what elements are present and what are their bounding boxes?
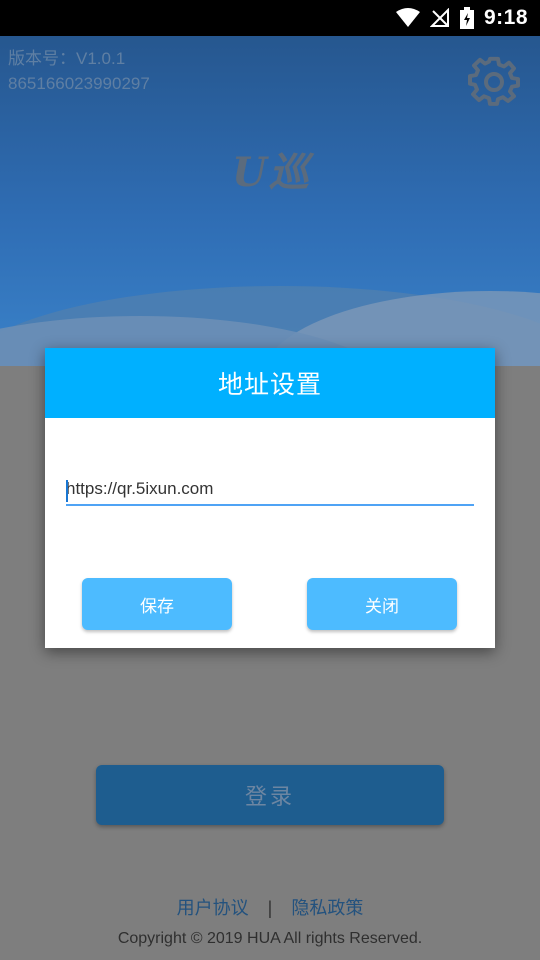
user-agreement-link[interactable]: 用户协议: [177, 894, 249, 920]
copyright-text: Copyright © 2019 HUA All rights Reserved…: [117, 930, 423, 947]
version-info: 版本号：V1.0.1 865166023990297: [8, 46, 150, 96]
device-id: 865166023990297: [8, 74, 150, 93]
no-signal-icon: [429, 8, 449, 27]
app-logo: U巡: [232, 149, 311, 196]
gear-icon[interactable]: [468, 56, 520, 108]
version-label: 版本号：V1.0.1: [8, 49, 126, 68]
close-button[interactable]: 关闭: [307, 578, 457, 630]
address-settings-dialog: 地址设置 保存 关闭: [45, 348, 495, 648]
wifi-icon: [395, 8, 420, 27]
status-bar: 9:18: [0, 0, 540, 36]
status-time: 9:18: [483, 6, 528, 29]
save-button[interactable]: 保存: [82, 578, 232, 630]
server-url-input[interactable]: [66, 476, 474, 506]
dialog-title: 地址设置: [45, 348, 495, 418]
battery-charging-icon: [459, 7, 474, 29]
link-separator: |: [267, 898, 273, 918]
status-icons: 9:18: [395, 0, 528, 36]
footer-links: 用户协议 | 隐私政策: [0, 894, 540, 920]
text-cursor: [66, 480, 68, 502]
login-button[interactable]: 登录: [96, 765, 444, 825]
privacy-policy-link[interactable]: 隐私政策: [291, 894, 363, 920]
